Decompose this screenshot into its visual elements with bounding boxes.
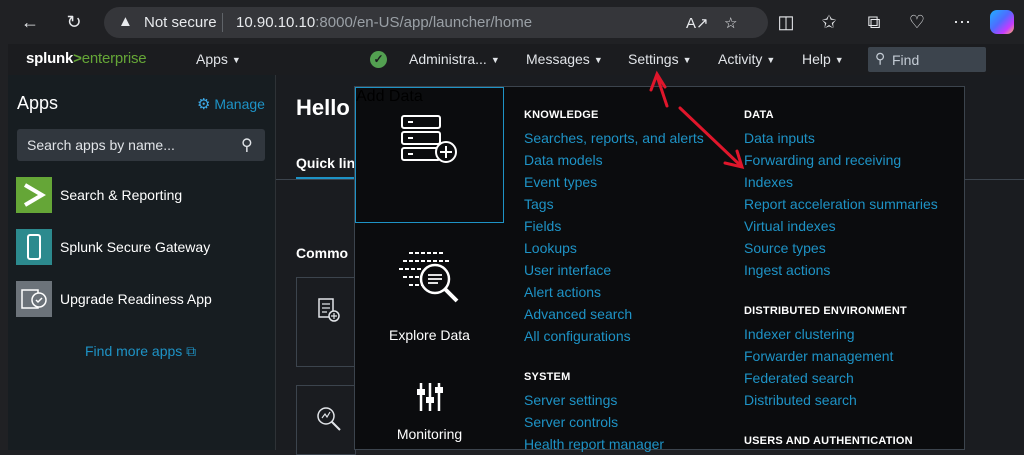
link-data-inputs[interactable]: Data inputs	[744, 130, 815, 146]
link-event-types[interactable]: Event types	[524, 174, 597, 190]
section-data: DATA	[744, 109, 774, 121]
app-upgrade-readiness[interactable]: Upgrade Readiness App	[16, 281, 266, 317]
link-distributed-search[interactable]: Distributed search	[744, 392, 857, 408]
manage-apps-link[interactable]: ⚙ Manage	[197, 95, 265, 113]
search-apps-placeholder: Search apps by name...	[27, 137, 175, 153]
link-lookups[interactable]: Lookups	[524, 240, 577, 256]
app-secure-gateway[interactable]: Splunk Secure Gateway	[16, 229, 266, 265]
back-icon[interactable]: ←	[19, 12, 41, 32]
tile-label: Explore Data	[389, 327, 470, 343]
sidebar-title: Apps	[17, 93, 59, 113]
link-forwarding-receiving[interactable]: Forwarding and receiving	[744, 152, 901, 168]
link-fields[interactable]: Fields	[524, 218, 561, 234]
nav-activity[interactable]: Activity ▼	[718, 51, 775, 67]
search-icon: ⚲	[875, 50, 886, 66]
caret-down-icon: ▼	[834, 55, 844, 65]
external-link-icon: ⧉	[186, 343, 197, 359]
upgrade-readiness-icon	[16, 281, 52, 317]
refresh-icon[interactable]: ↻	[63, 12, 85, 32]
monitoring-sliders-icon	[417, 383, 443, 411]
server-add-icon	[401, 115, 457, 163]
caret-down-icon: ▼	[766, 55, 776, 65]
app-label: Upgrade Readiness App	[60, 291, 212, 307]
browser-toolbar: ← ↻ ▲ Not secure 10.90.10.10:8000/en-US/…	[0, 0, 1024, 44]
settings-dropdown-menu: Add Data Explore Data Monitoring KNOWLED…	[354, 86, 965, 452]
nav-administrator[interactable]: Administra... ▼	[409, 51, 500, 67]
link-ingest-actions[interactable]: Ingest actions	[744, 262, 830, 278]
find-more-apps-link[interactable]: Find more apps ⧉	[85, 343, 196, 360]
search-data-icon	[317, 407, 341, 431]
mobile-device-icon	[16, 229, 52, 265]
app-label: Search & Reporting	[60, 187, 183, 203]
nav-messages[interactable]: Messages ▼	[526, 51, 603, 67]
copilot-icon[interactable]	[990, 10, 1014, 34]
tab-quick-links[interactable]: Quick lin	[296, 155, 355, 171]
read-aloud-icon[interactable]: A↗	[686, 14, 709, 32]
caret-down-icon: ▼	[490, 55, 500, 65]
find-placeholder: Find	[892, 52, 920, 68]
link-advanced-search[interactable]: Advanced search	[524, 306, 632, 322]
task-card-search[interactable]	[296, 385, 356, 455]
app-label: Splunk Secure Gateway	[60, 239, 211, 255]
app-search-reporting[interactable]: Search & Reporting	[16, 177, 266, 213]
split-screen-icon[interactable]: ◫	[775, 12, 797, 32]
link-tags[interactable]: Tags	[524, 196, 554, 212]
caret-down-icon: ▼	[682, 55, 692, 65]
search-icon: ⚲	[241, 137, 253, 154]
splunk-header: splunk>enterprise Apps ▼ ✓ Administra... ▼…	[8, 44, 1024, 75]
search-reporting-icon	[16, 177, 52, 213]
link-alert-actions[interactable]: Alert actions	[524, 284, 601, 300]
tile-explore-data[interactable]: Explore Data	[355, 227, 504, 343]
gear-icon: ⚙	[197, 96, 211, 113]
caret-down-icon: ▼	[593, 55, 603, 65]
tile-label: Add Data	[356, 88, 423, 105]
health-icon[interactable]: ♡	[906, 12, 928, 32]
section-distributed-environment: DISTRIBUTED ENVIRONMENT	[744, 305, 907, 317]
link-user-interface[interactable]: User interface	[524, 262, 611, 278]
caret-down-icon: ▼	[231, 55, 241, 65]
address-bar[interactable]: ▲ Not secure 10.90.10.10:8000/en-US/app/…	[104, 7, 768, 38]
section-system: SYSTEM	[524, 371, 571, 383]
link-report-acceleration[interactable]: Report acceleration summaries	[744, 196, 938, 212]
favorite-star-icon[interactable]: ☆	[724, 14, 737, 32]
link-server-settings[interactable]: Server settings	[524, 392, 617, 408]
url-text[interactable]: 10.90.10.10:8000/en-US/app/launcher/home	[236, 14, 532, 31]
health-ok-icon[interactable]: ✓	[370, 51, 387, 68]
link-federated-search[interactable]: Federated search	[744, 370, 854, 386]
find-input[interactable]: ⚲ Find	[868, 47, 986, 72]
greeting-heading: Hello	[296, 95, 350, 120]
security-label[interactable]: Not secure	[144, 14, 217, 31]
link-virtual-indexes[interactable]: Virtual indexes	[744, 218, 836, 234]
link-data-models[interactable]: Data models	[524, 152, 603, 168]
link-searches-reports-alerts[interactable]: Searches, reports, and alerts	[524, 130, 704, 146]
splunk-logo[interactable]: splunk>enterprise	[26, 50, 147, 67]
link-all-configurations[interactable]: All configurations	[524, 328, 631, 344]
collections-icon[interactable]: ⧉	[863, 12, 885, 32]
more-menu-icon[interactable]: ⋯	[951, 12, 973, 32]
nav-settings[interactable]: Settings ▼	[628, 51, 692, 67]
section-knowledge: KNOWLEDGE	[524, 109, 599, 121]
add-data-icon	[318, 298, 340, 322]
link-indexer-clustering[interactable]: Indexer clustering	[744, 326, 855, 342]
section-users-authentication: USERS AND AUTHENTICATION	[744, 435, 913, 447]
explore-data-icon	[399, 252, 459, 303]
common-tasks-heading: Commo	[296, 245, 349, 261]
tile-label: Monitoring	[396, 426, 463, 442]
tile-monitoring[interactable]: Monitoring	[355, 357, 504, 451]
link-forwarder-management[interactable]: Forwarder management	[744, 348, 893, 364]
tile-add-data[interactable]: Add Data	[355, 87, 504, 223]
link-indexes[interactable]: Indexes	[744, 174, 793, 190]
favorites-icon[interactable]: ✩	[818, 12, 840, 32]
nav-help[interactable]: Help ▼	[802, 51, 844, 67]
warning-icon: ▲	[118, 13, 133, 30]
task-card-add-data[interactable]	[296, 277, 356, 367]
nav-apps[interactable]: Apps ▼	[196, 51, 241, 67]
link-server-controls[interactable]: Server controls	[524, 414, 618, 430]
divider	[222, 13, 223, 32]
link-source-types[interactable]: Source types	[744, 240, 826, 256]
apps-sidebar: Apps ⚙ Manage Search apps by name... ⚲ S…	[8, 75, 275, 450]
search-apps-input[interactable]: Search apps by name... ⚲	[17, 129, 265, 161]
